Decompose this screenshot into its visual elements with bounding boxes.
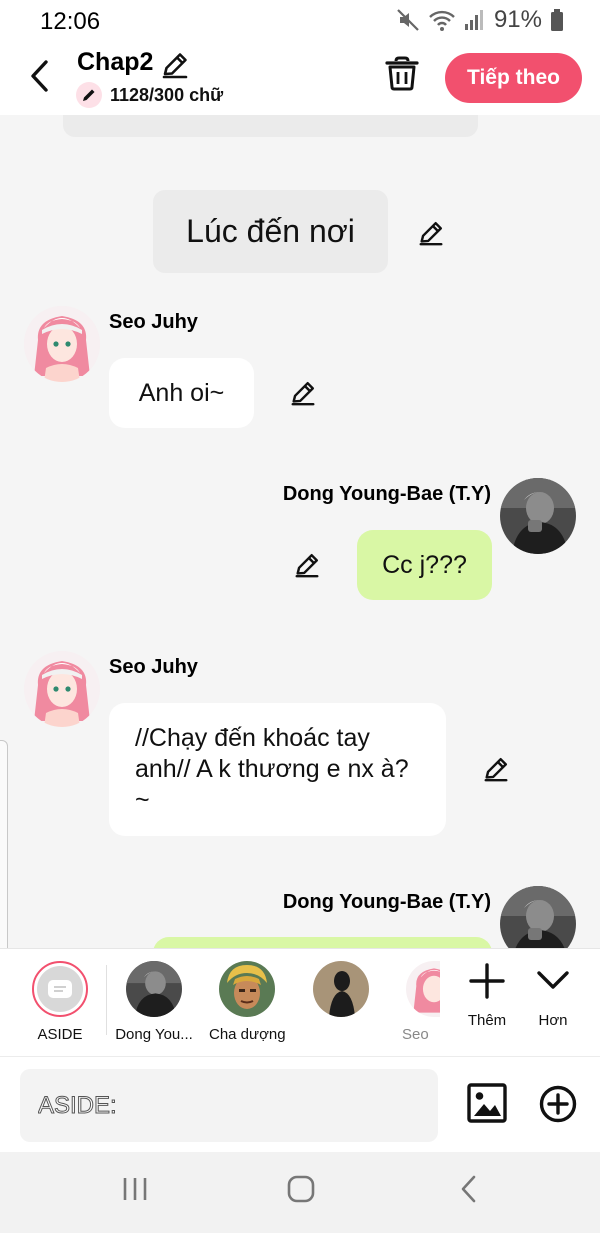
word-count-text: 1128/300 chữ [110, 84, 224, 105]
avatar-dong-young-bae[interactable] [500, 886, 576, 948]
battery-level: 91% [493, 6, 542, 33]
character-seo-juhy[interactable]: Seo [392, 961, 440, 1043]
message-bubble[interactable]: Cc j??? [357, 530, 492, 600]
message-bubble[interactable]: //Chạy đến khoác tay anh// A k thương e … [109, 703, 446, 836]
status-bar: 12:06 91% [0, 0, 600, 42]
more-label: Hơn [538, 1012, 568, 1029]
edit-narration-icon[interactable] [417, 219, 445, 252]
edit-message-icon[interactable] [289, 379, 317, 412]
sender-name: Dong Young-Bae (T.Y) [282, 483, 491, 505]
sender-name: Dong Young-Bae (T.Y) [282, 891, 491, 913]
character-avatar [406, 961, 440, 1017]
add-character-button[interactable]: Thêm [457, 963, 517, 1029]
input-area [0, 1056, 600, 1152]
chapter-title[interactable]: Chap2 [77, 48, 153, 77]
character-avatar [219, 961, 275, 1017]
signal-icon [464, 8, 486, 32]
divider [106, 965, 107, 1035]
recent-apps-icon [123, 1178, 147, 1200]
battery-icon [550, 8, 564, 32]
system-back-button[interactable] [458, 1174, 480, 1209]
character-name: Cha dượng [209, 1026, 286, 1043]
character-aside[interactable]: ASIDE [22, 961, 98, 1043]
edit-message-icon[interactable] [482, 755, 510, 788]
chevron-down-icon [537, 971, 569, 989]
avatar-seo-juhy[interactable] [24, 651, 100, 727]
previous-narration-bubble[interactable] [63, 115, 478, 137]
side-panel-handle[interactable] [0, 740, 8, 972]
message-bubble[interactable]: Anh oi~ [109, 358, 254, 428]
insert-image-button[interactable] [467, 1083, 507, 1128]
plus-icon [469, 963, 505, 999]
chevron-left-icon [31, 60, 48, 92]
aside-avatar [32, 961, 88, 1017]
message-input[interactable] [20, 1069, 438, 1142]
add-label: Thêm [467, 1012, 507, 1029]
wifi-icon [428, 8, 456, 32]
sender-name: Seo Juhy [109, 311, 198, 333]
character-avatar [313, 961, 369, 1017]
home-icon [287, 1175, 315, 1203]
mute-icon [396, 8, 420, 32]
add-content-button[interactable] [539, 1085, 577, 1128]
aside-icon [37, 966, 83, 1012]
narration-bubble[interactable]: Lúc đến nơi [153, 190, 388, 273]
back-icon [461, 1175, 476, 1203]
character-name: Seo [402, 1026, 429, 1043]
image-icon [467, 1083, 507, 1123]
character-bar: ASIDE Dong You... Cha dượng Seo Thêm Hơn [0, 948, 600, 1056]
status-icons: 91% [396, 6, 564, 34]
character-dong-young-bae[interactable]: Dong You... [115, 961, 193, 1043]
word-count: 1128/300 chữ [76, 82, 223, 108]
character-unnamed[interactable] [303, 961, 379, 1026]
character-name: Dong You... [115, 1026, 193, 1043]
home-button[interactable] [286, 1174, 316, 1209]
delete-button[interactable] [385, 56, 419, 97]
recent-apps-button[interactable] [121, 1174, 149, 1209]
character-avatar [126, 961, 182, 1017]
message-bubble[interactable] [153, 937, 492, 948]
system-navigation-bar [0, 1152, 600, 1233]
status-time: 12:06 [40, 8, 101, 35]
edit-message-icon[interactable] [293, 551, 321, 584]
trash-icon [385, 56, 419, 91]
back-button[interactable] [22, 56, 56, 96]
header: Chap2 1128/300 chữ Tiếp theo [0, 42, 600, 115]
pencil-badge-icon [76, 82, 102, 108]
character-name: ASIDE [37, 1026, 83, 1043]
sender-name: Seo Juhy [109, 656, 198, 678]
avatar-dong-young-bae[interactable] [500, 478, 576, 554]
next-button[interactable]: Tiếp theo [445, 53, 582, 103]
more-button[interactable]: Hơn [523, 963, 583, 1029]
avatar-seo-juhy[interactable] [24, 306, 100, 382]
plus-circle-icon [539, 1085, 577, 1123]
chat-area[interactable]: Lúc đến nơi Seo Juhy Anh oi~ Dong Young-… [0, 115, 600, 948]
character-cha-duong[interactable]: Cha dượng [209, 961, 286, 1043]
edit-title-icon[interactable] [160, 50, 190, 85]
